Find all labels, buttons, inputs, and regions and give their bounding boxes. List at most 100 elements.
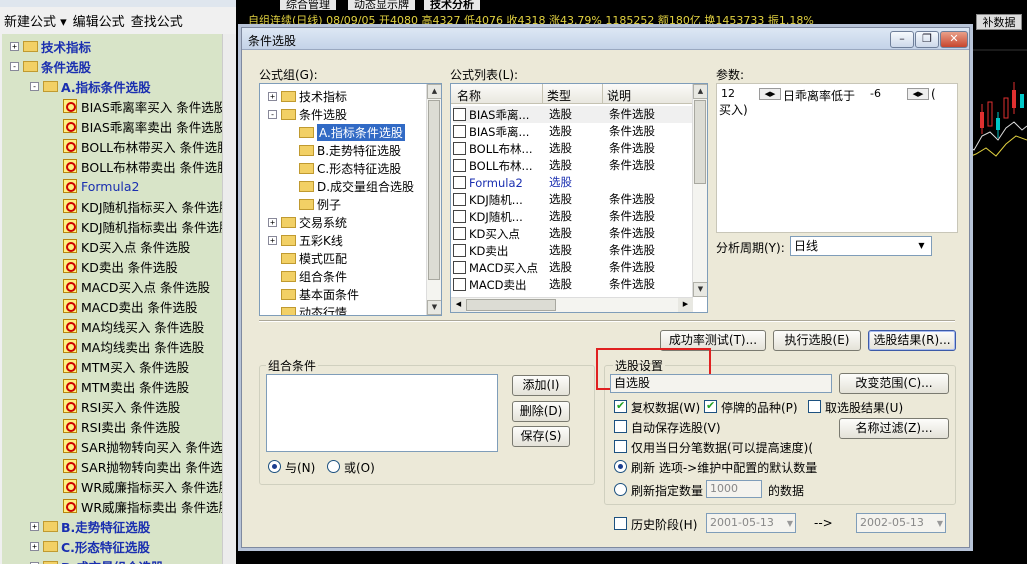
or-radio[interactable]	[327, 460, 340, 473]
tree-node[interactable]: BIAS乖离率买入 条件选股	[50, 96, 222, 116]
history-checkbox[interactable]	[614, 517, 627, 530]
list-row[interactable]: BOLL布林... 选股 条件选股	[453, 140, 695, 157]
list-row[interactable]: KDJ随机... 选股 条件选股	[453, 208, 695, 225]
group-node[interactable]: + 五彩K线	[268, 231, 343, 249]
group-node[interactable]: 组合条件	[268, 267, 347, 285]
execute-button[interactable]: 执行选股(E)	[773, 330, 861, 351]
group-node[interactable]: 动态行情	[268, 303, 347, 315]
tree-node[interactable]: MTM卖出 条件选股	[50, 376, 189, 396]
param-spinner2[interactable]: ◀▶	[907, 88, 929, 100]
tab-dynamic-board[interactable]: 动态显示牌	[348, 0, 415, 10]
chevron-down-icon[interactable]: ▼	[914, 238, 929, 254]
formula-tree[interactable]: + 技术指标 - 条件选股 - A.指标条件选股 BIAS乖离率买入 条件选股 BIAS乖离率…	[2, 34, 222, 564]
period-select[interactable]: 日线 ▼	[790, 236, 932, 256]
tree-node[interactable]: SAR抛物转向买入 条件选股	[50, 436, 222, 456]
col-desc[interactable]: 说明	[603, 84, 693, 103]
tree-toggle-icon[interactable]: +	[30, 541, 39, 551]
and-radio[interactable]	[268, 460, 281, 473]
refresh-default-radio[interactable]	[614, 460, 627, 473]
list-row[interactable]: KD卖出 选股 条件选股	[453, 242, 695, 259]
halt-checkbox[interactable]	[704, 399, 717, 413]
menu-edit-formula[interactable]: 编辑公式	[73, 11, 125, 30]
add-button[interactable]: 添加(I)	[512, 375, 570, 396]
param-spinner[interactable]: ◀▶	[759, 88, 781, 100]
list-row[interactable]: BIAS乖离... 选股 条件选股	[453, 123, 695, 140]
group-node[interactable]: 模式匹配	[268, 249, 347, 267]
tab-overview[interactable]: 综合管理	[280, 0, 336, 10]
tree-toggle-icon[interactable]: +	[268, 217, 277, 227]
autosave-checkbox[interactable]	[614, 420, 627, 433]
tab-technical-analysis[interactable]: 技术分析	[424, 0, 480, 10]
change-range-button[interactable]: 改变范围(C)...	[839, 373, 949, 394]
tree-node[interactable]: BOLL布林带买入 条件选股	[50, 136, 222, 156]
tree-toggle-icon[interactable]: +	[268, 235, 277, 245]
tick-data-checkbox[interactable]	[614, 440, 627, 453]
tree-toggle-icon[interactable]: +	[268, 91, 277, 101]
list-row[interactable]: Formula2 选股	[453, 174, 695, 191]
group-tree-scrollbar[interactable]: ▲ ▼	[426, 84, 441, 315]
formula-list[interactable]: 名称 类型 说明 BIAS乖离... 选股 条件选股 BIAS乖离... 选股 条件选股 B…	[450, 83, 708, 313]
group-node[interactable]: 例子	[286, 195, 341, 213]
tree-node[interactable]: MTM买入 条件选股	[50, 356, 189, 376]
menu-new-formula[interactable]: 新建公式 ▾	[4, 11, 67, 30]
tree-node[interactable]: + C.形态特征选股	[30, 536, 150, 556]
tree-node[interactable]: MA均线买入 条件选股	[50, 316, 204, 336]
tree-node[interactable]: KDJ随机指标买入 条件选股	[50, 196, 222, 216]
col-name[interactable]: 名称	[451, 84, 543, 103]
tree-node[interactable]: MACD买入点 条件选股	[50, 276, 210, 296]
group-node[interactable]: - 条件选股	[268, 105, 347, 123]
param-value2-input[interactable]: -6	[867, 86, 905, 104]
list-row[interactable]: MACD卖出 选股 条件选股	[453, 276, 695, 293]
chevron-down-icon[interactable]: ▼	[787, 515, 793, 533]
list-row[interactable]: KD买入点 选股 条件选股	[453, 225, 695, 242]
save-button[interactable]: 保存(S)	[512, 426, 570, 447]
list-row[interactable]: BIAS乖离... 选股 条件选股	[453, 106, 695, 123]
tree-node[interactable]: MA均线卖出 条件选股	[50, 336, 204, 356]
tree-node[interactable]: WR威廉指标买入 条件选股	[50, 476, 222, 496]
group-node[interactable]: 基本面条件	[268, 285, 359, 303]
tree-node[interactable]: RSI买入 条件选股	[50, 396, 180, 416]
group-node[interactable]: + 技术指标	[268, 87, 347, 105]
group-node[interactable]: D.成交量组合选股	[286, 177, 414, 195]
tree-node[interactable]: WR威廉指标卖出 条件选股	[50, 496, 222, 516]
group-node[interactable]: A.指标条件选股	[286, 123, 405, 141]
tree-node[interactable]: - 条件选股	[10, 56, 91, 76]
date-from-select[interactable]: 2001-05-13 ▼	[706, 513, 796, 533]
tree-toggle-icon[interactable]: +	[10, 41, 19, 51]
group-node[interactable]: B.走势特征选股	[286, 141, 401, 159]
tree-node[interactable]: - A.指标条件选股	[30, 76, 151, 96]
tree-node[interactable]: BOLL布林带卖出 条件选股	[50, 156, 222, 176]
group-node[interactable]: C.形态特征选股	[286, 159, 401, 177]
tree-node[interactable]: + B.走势特征选股	[30, 516, 150, 536]
chevron-down-icon[interactable]: ▼	[937, 515, 943, 533]
date-to-select[interactable]: 2002-05-13 ▼	[856, 513, 946, 533]
take-results-checkbox[interactable]	[808, 400, 821, 413]
group-tree[interactable]: + 技术指标 - 条件选股 A.指标条件选股 B.走势特征选股 C.形态特征选股 D.成交量组…	[259, 83, 442, 316]
col-type[interactable]: 类型	[543, 84, 603, 103]
tree-toggle-icon[interactable]: -	[10, 61, 19, 71]
list-row[interactable]: KDJ随机... 选股 条件选股	[453, 191, 695, 208]
tree-node[interactable]: KDJ随机指标卖出 条件选股	[50, 216, 222, 236]
tree-scrollbar[interactable]	[222, 34, 236, 564]
list-hscrollbar[interactable]: ◀ ▶	[451, 297, 693, 312]
refresh-count-radio[interactable]	[614, 483, 627, 496]
menu-find-formula[interactable]: 查找公式	[131, 11, 183, 30]
delete-button[interactable]: 删除(D)	[512, 401, 570, 422]
fill-data-button[interactable]: 补数据	[976, 14, 1022, 30]
restore-icon[interactable]: ❐	[915, 31, 939, 48]
tree-toggle-icon[interactable]: -	[268, 109, 277, 119]
tree-node[interactable]: Formula2	[50, 176, 140, 196]
list-row[interactable]: MACD买入点 选股 条件选股	[453, 259, 695, 276]
tree-node[interactable]: SAR抛物转向卖出 条件选股	[50, 456, 222, 476]
minimize-icon[interactable]: –	[890, 31, 914, 48]
tree-toggle-icon[interactable]: +	[30, 521, 39, 531]
tree-node[interactable]: KD买入点 条件选股	[50, 236, 190, 256]
rights-checkbox[interactable]	[614, 399, 627, 413]
close-icon[interactable]: ✕	[940, 31, 968, 48]
tree-node[interactable]: KD卖出 条件选股	[50, 256, 178, 276]
list-row[interactable]: BOLL布林... 选股 条件选股	[453, 157, 695, 174]
tree-node[interactable]: RSI卖出 条件选股	[50, 416, 180, 436]
tree-toggle-icon[interactable]: -	[30, 81, 39, 91]
group-node[interactable]: + 交易系统	[268, 213, 347, 231]
tree-node[interactable]: MACD卖出 条件选股	[50, 296, 197, 316]
